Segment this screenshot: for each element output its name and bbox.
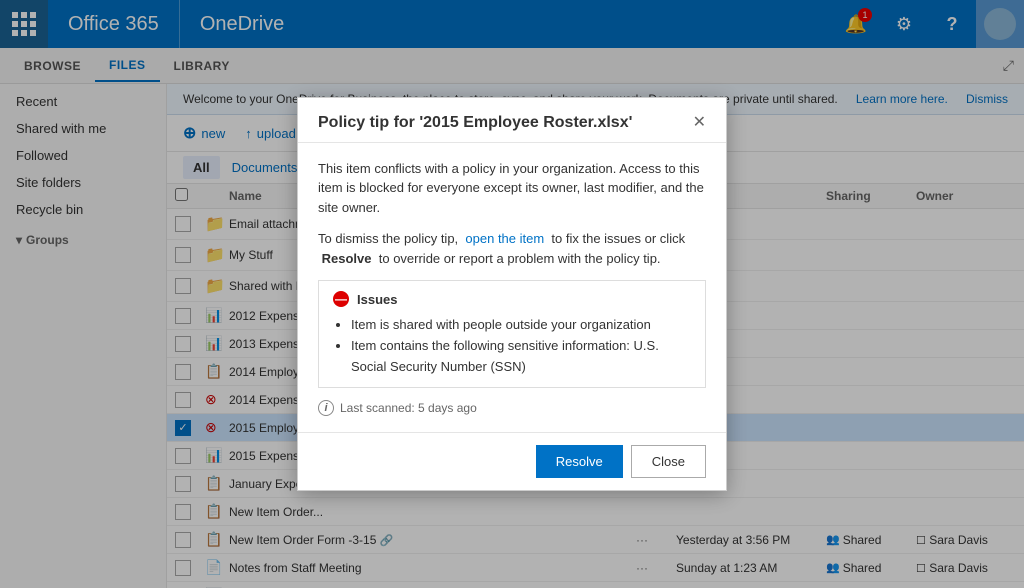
scan-text: Last scanned: 5 days ago xyxy=(340,401,477,415)
issue-item: Item contains the following sensitive in… xyxy=(351,336,691,378)
issue-item: Item is shared with people outside your … xyxy=(351,315,691,336)
modal-footer: Resolve Close xyxy=(298,432,726,490)
issues-section: — Issues Item is shared with people outs… xyxy=(318,280,706,388)
para2-text3: to override or report a problem with the… xyxy=(379,251,661,266)
resolve-button[interactable]: Resolve xyxy=(536,445,623,478)
modal-title: Policy tip for '2015 Employee Roster.xls… xyxy=(318,114,632,132)
modal-paragraph-1: This item conflicts with a policy in you… xyxy=(318,159,706,218)
issues-header: — Issues xyxy=(333,291,691,307)
para2-text2: to fix the issues or click xyxy=(551,231,685,246)
para2-text1: To dismiss the policy tip, xyxy=(318,231,458,246)
scan-info: i Last scanned: 5 days ago xyxy=(318,400,706,416)
modal-overlay: Policy tip for '2015 Employee Roster.xls… xyxy=(0,0,1024,588)
modal-body: This item conflicts with a policy in you… xyxy=(298,143,726,433)
open-item-link[interactable]: open the item xyxy=(465,231,544,246)
issues-error-icon: — xyxy=(333,291,349,307)
modal-paragraph-2: To dismiss the policy tip, open the item… xyxy=(318,229,706,268)
modal-header: Policy tip for '2015 Employee Roster.xls… xyxy=(298,98,726,143)
modal-close-button[interactable]: ✕ xyxy=(693,115,706,131)
policy-tip-modal: Policy tip for '2015 Employee Roster.xls… xyxy=(297,97,727,492)
resolve-inline-label: Resolve xyxy=(322,251,372,266)
issues-list: Item is shared with people outside your … xyxy=(333,315,691,377)
close-button[interactable]: Close xyxy=(631,445,706,478)
issues-label: Issues xyxy=(357,292,397,307)
info-icon: i xyxy=(318,400,334,416)
